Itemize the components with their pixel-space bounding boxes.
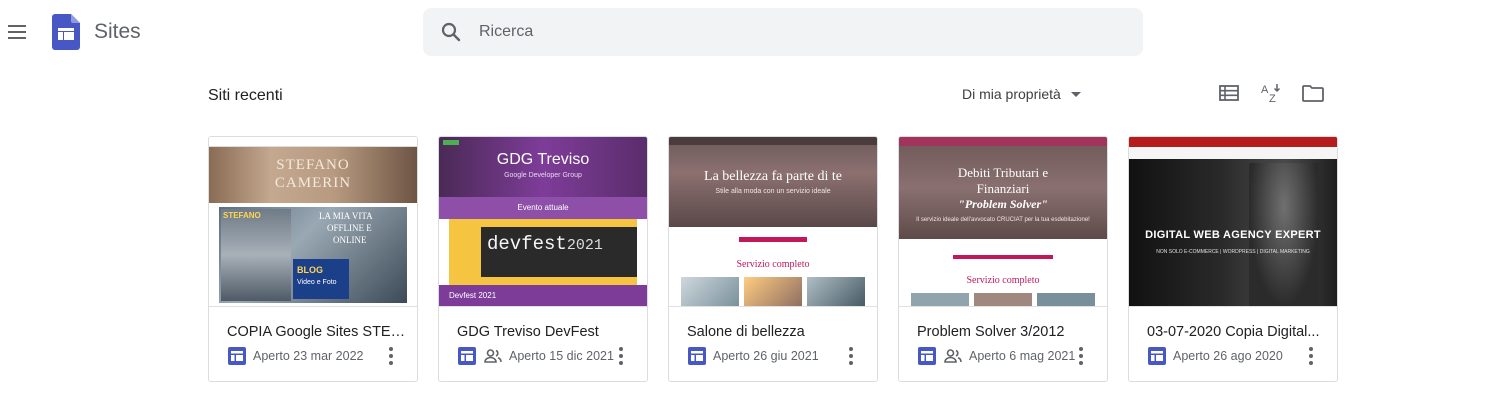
site-card[interactable]: La bellezza fa parte di te Stile alla mo… bbox=[668, 136, 878, 382]
more-options-icon[interactable] bbox=[1069, 344, 1093, 368]
more-options-icon[interactable] bbox=[379, 344, 403, 368]
google-sites-icon bbox=[918, 347, 936, 365]
sort-az-icon[interactable]: A Z bbox=[1258, 80, 1284, 106]
search-input[interactable] bbox=[479, 8, 1119, 56]
site-card[interactable]: STEFANO CAMERIN STEFANO LA MIA VITA OFFL… bbox=[208, 136, 418, 382]
owner-filter-dropdown[interactable]: Di mia proprietà bbox=[958, 80, 1085, 108]
google-sites-icon bbox=[458, 347, 476, 365]
google-sites-icon bbox=[688, 347, 706, 365]
search-bar[interactable] bbox=[423, 8, 1143, 56]
thumb-devfest: devfest bbox=[487, 233, 567, 255]
last-opened-date: Aperto 15 dic 2021 bbox=[509, 349, 614, 363]
thumb-year: 2021 bbox=[566, 237, 603, 254]
google-sites-logo[interactable] bbox=[52, 14, 80, 50]
shared-people-icon bbox=[944, 349, 962, 363]
last-opened-date: Aperto 23 mar 2022 bbox=[253, 349, 364, 363]
svg-text:Z: Z bbox=[1269, 93, 1276, 105]
thumb-badge-3: STEFANO bbox=[223, 211, 261, 220]
site-thumbnail: La bellezza fa parte di te Stile alla mo… bbox=[669, 137, 877, 307]
site-thumbnail: Debiti Tributari e Finanziari "Problem S… bbox=[899, 137, 1107, 307]
thumb-subheading: Stile alla moda con un servizio ideale bbox=[715, 188, 831, 195]
site-meta: Aperto 6 mag 2021 bbox=[917, 345, 1075, 367]
app-title[interactable]: Sites bbox=[94, 20, 141, 44]
hamburger-menu-icon[interactable] bbox=[6, 18, 30, 46]
thumb-heading-1: STEFANO bbox=[276, 157, 350, 173]
thumb-subheading: Google Developer Group bbox=[504, 172, 582, 179]
thumb-overlay-3: ONLINE bbox=[333, 235, 367, 245]
last-opened-date: Aperto 26 giu 2021 bbox=[713, 349, 819, 363]
site-meta: Aperto 26 giu 2021 bbox=[687, 345, 819, 367]
site-meta: Aperto 23 mar 2022 bbox=[227, 345, 364, 367]
thumb-heading-3: "Problem Solver" bbox=[958, 197, 1048, 211]
search-icon[interactable] bbox=[439, 20, 463, 44]
site-meta: Aperto 15 dic 2021 bbox=[457, 345, 614, 367]
site-card[interactable]: GDG Treviso Google Developer Group Event… bbox=[438, 136, 648, 382]
site-thumbnail: GDG Treviso Google Developer Group Event… bbox=[439, 137, 647, 307]
owner-filter-label: Di mia proprietà bbox=[962, 86, 1061, 102]
thumb-badge-1: BLOG bbox=[297, 265, 323, 275]
site-title[interactable]: COPIA Google Sites STEF... bbox=[227, 324, 407, 340]
site-card[interactable]: DIGITAL WEB AGENCY EXPERT NON SOLO E-COM… bbox=[1128, 136, 1338, 382]
more-options-icon[interactable] bbox=[1299, 344, 1323, 368]
google-sites-icon bbox=[228, 347, 246, 365]
site-title[interactable]: GDG Treviso DevFest bbox=[457, 324, 637, 340]
site-title[interactable]: 03-07-2020 Copia Digital... bbox=[1147, 324, 1327, 340]
section-title: Siti recenti bbox=[208, 87, 283, 104]
thumb-heading-1: Debiti Tributari e bbox=[957, 165, 1049, 180]
site-thumbnail: DIGITAL WEB AGENCY EXPERT NON SOLO E-COM… bbox=[1129, 137, 1337, 307]
thumb-heading-2: Finanziari bbox=[976, 181, 1030, 196]
list-view-icon[interactable] bbox=[1216, 80, 1242, 106]
more-options-icon[interactable] bbox=[609, 344, 633, 368]
folder-icon[interactable] bbox=[1300, 80, 1326, 106]
thumb-section: Servizio completo bbox=[736, 259, 810, 270]
site-title[interactable]: Problem Solver 3/2012 bbox=[917, 324, 1097, 340]
thumb-badge-2: Video e Foto bbox=[297, 279, 337, 286]
thumb-heading: La bellezza fa parte di te bbox=[704, 169, 842, 184]
last-opened-date: Aperto 6 mag 2021 bbox=[969, 349, 1076, 363]
thumb-heading-2: CAMERIN bbox=[274, 175, 352, 191]
thumb-overlay-2: OFFLINE E bbox=[327, 223, 372, 233]
site-card[interactable]: Debiti Tributari e Finanziari "Problem S… bbox=[898, 136, 1108, 382]
thumb-heading: GDG Treviso bbox=[496, 151, 590, 168]
top-app-bar: Sites bbox=[0, 0, 1500, 64]
shared-people-icon bbox=[484, 349, 502, 363]
dropdown-arrow-icon bbox=[1070, 91, 1081, 97]
svg-text:A: A bbox=[1261, 84, 1269, 96]
thumb-section: Servizio completo bbox=[966, 275, 1040, 286]
thumb-overlay-1: LA MIA VITA bbox=[319, 211, 373, 221]
thumb-subheading: NON SOLO E-COMMERCE | WORDPRESS | DIGITA… bbox=[1156, 249, 1310, 255]
last-opened-date: Aperto 26 ago 2020 bbox=[1173, 349, 1283, 363]
site-meta: Aperto 26 ago 2020 bbox=[1147, 345, 1283, 367]
thumb-subheading: Il servizio ideale dell'avvocato CRUCIAT… bbox=[916, 217, 1090, 223]
thumb-band: Evento attuale bbox=[517, 203, 569, 212]
thumb-heading: DIGITAL WEB AGENCY EXPERT bbox=[1145, 229, 1321, 241]
thumb-footer: Devfest 2021 bbox=[449, 291, 497, 300]
google-sites-icon bbox=[1148, 347, 1166, 365]
site-thumbnail: STEFANO CAMERIN STEFANO LA MIA VITA OFFL… bbox=[209, 137, 417, 307]
more-options-icon[interactable] bbox=[839, 344, 863, 368]
site-title[interactable]: Salone di bellezza bbox=[687, 324, 867, 340]
